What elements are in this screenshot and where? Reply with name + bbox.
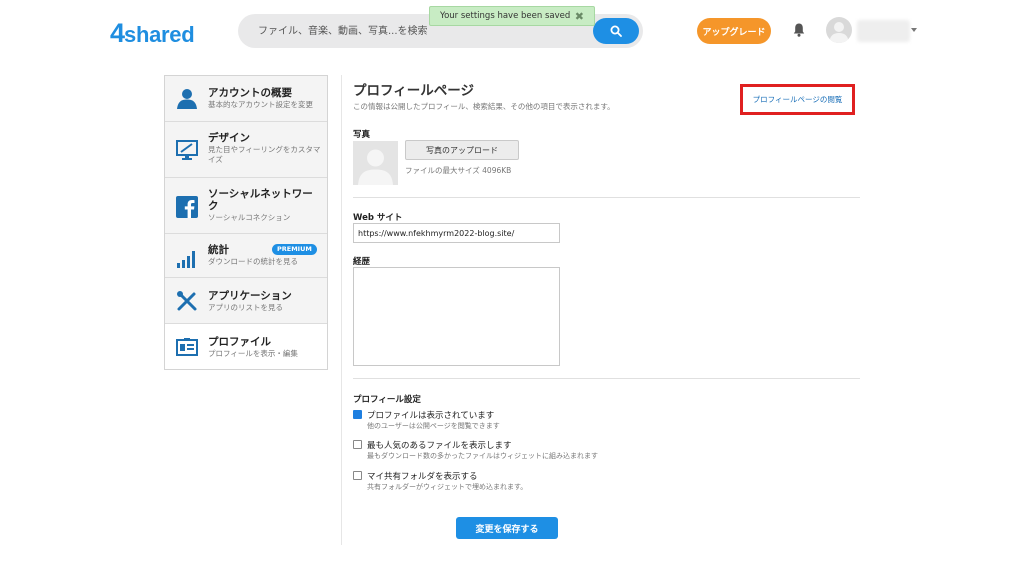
popular-files-checkbox[interactable] bbox=[353, 440, 362, 449]
profile-card-icon bbox=[176, 338, 198, 356]
profile-visible-checkbox[interactable] bbox=[353, 410, 363, 425]
sidebar-item-subtitle: ダウンロードの統計を見る bbox=[208, 257, 298, 266]
website-input[interactable] bbox=[353, 223, 560, 243]
section-divider bbox=[353, 378, 860, 379]
sidebar-item-title: デザイン bbox=[208, 132, 250, 144]
website-label: Web サイト bbox=[353, 213, 403, 223]
file-size-hint: ファイルの最大サイズ 4096KB bbox=[405, 166, 512, 175]
sidebar-item-title: 統計 bbox=[208, 244, 229, 256]
close-icon[interactable]: ✖ bbox=[575, 10, 584, 23]
tools-icon bbox=[177, 291, 197, 311]
bio-label: 経歴 bbox=[353, 257, 371, 267]
check-icon bbox=[355, 418, 363, 425]
settings-saved-toast: Your settings have been saved ✖ bbox=[429, 6, 595, 26]
user-silhouette-icon bbox=[358, 149, 393, 185]
bio-textarea[interactable] bbox=[353, 267, 560, 366]
search-button[interactable] bbox=[593, 18, 639, 44]
bell-icon[interactable] bbox=[792, 22, 806, 38]
setting-title: マイ共有フォルダを表示する bbox=[367, 472, 478, 482]
sidebar-item-subtitle: ソーシャルコネクション bbox=[208, 213, 291, 222]
section-divider bbox=[353, 197, 860, 198]
sidebar-item-title: プロファイル bbox=[208, 336, 271, 348]
save-changes-button[interactable]: 変更を保存する bbox=[456, 517, 558, 539]
stats-bars-icon bbox=[177, 251, 195, 268]
sidebar-item-title: アカウントの概要 bbox=[208, 87, 292, 99]
premium-badge: PREMIUM bbox=[272, 244, 317, 255]
avatar[interactable] bbox=[826, 17, 852, 43]
setting-subtitle: 最もダウンロード数の多かったファイルはウィジェットに組み込まれます bbox=[367, 452, 598, 460]
sidebar-item-subtitle: プロフィールを表示・編集 bbox=[208, 349, 298, 358]
page-title: プロフィールページ bbox=[353, 83, 474, 99]
logo-4shared[interactable]: 4 shared bbox=[110, 18, 195, 48]
user-silhouette-icon bbox=[829, 22, 849, 43]
shared-folders-checkbox[interactable] bbox=[353, 471, 362, 480]
sidebar-item-title: ソーシャルネットワーク bbox=[208, 188, 313, 212]
profile-photo bbox=[353, 141, 398, 185]
photo-label: 写真 bbox=[353, 130, 371, 140]
settings-sidebar: アカウントの概要 基本的なアカウント設定を変更 デザイン 見た目やフィーリングを… bbox=[164, 75, 328, 370]
view-profile-page-link[interactable]: プロフィールページの閲覧 bbox=[740, 84, 855, 115]
content-divider bbox=[341, 75, 342, 545]
sidebar-item-subtitle: 見た目やフィーリングをカスタマイズ bbox=[208, 145, 321, 164]
sidebar-item-account-overview[interactable]: アカウントの概要 基本的なアカウント設定を変更 bbox=[165, 76, 327, 122]
setting-title: プロファイルは表示されています bbox=[367, 411, 495, 421]
sidebar-item-subtitle: 基本的なアカウント設定を変更 bbox=[208, 100, 313, 109]
sidebar-item-social-network[interactable]: ソーシャルネットワーク ソーシャルコネクション bbox=[165, 178, 327, 234]
username-blurred[interactable] bbox=[857, 20, 910, 42]
sidebar-item-profile[interactable]: プロファイル プロフィールを表示・編集 bbox=[165, 324, 327, 369]
setting-title: 最も人気のあるファイルを表示します bbox=[367, 441, 512, 451]
facebook-icon bbox=[176, 196, 198, 218]
upload-photo-button[interactable]: 写真のアップロード bbox=[405, 140, 519, 160]
sidebar-item-applications[interactable]: アプリケーション アプリのリストを見る bbox=[165, 278, 327, 324]
sidebar-item-design[interactable]: デザイン 見た目やフィーリングをカスタマイズ bbox=[165, 122, 327, 178]
page-description: この情報は公開したプロフィール、検索結果、その他の項目で表示されます。 bbox=[353, 102, 615, 111]
sidebar-item-subtitle: アプリのリストを見る bbox=[208, 303, 283, 312]
design-monitor-icon bbox=[176, 140, 198, 160]
sidebar-item-statistics[interactable]: 統計 PREMIUM ダウンロードの統計を見る bbox=[165, 234, 327, 278]
sidebar-item-title: アプリケーション bbox=[208, 290, 292, 302]
chevron-down-icon[interactable] bbox=[911, 28, 917, 32]
profile-settings-label: プロフィール設定 bbox=[353, 395, 421, 405]
toast-message: Your settings have been saved bbox=[440, 11, 571, 21]
setting-subtitle: 共有フォルダーがウィジェットで埋め込まれます。 bbox=[367, 483, 528, 491]
upgrade-button[interactable]: アップグレード bbox=[697, 18, 771, 44]
setting-subtitle: 他のユーザーは公開ページを閲覧できます bbox=[367, 422, 500, 430]
search-icon bbox=[610, 25, 622, 37]
user-icon bbox=[177, 89, 197, 109]
